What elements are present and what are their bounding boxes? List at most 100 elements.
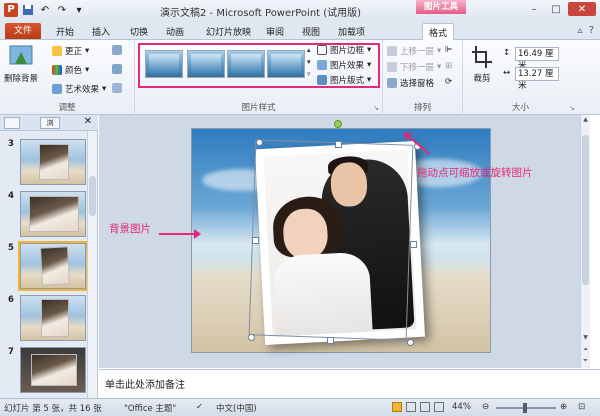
zoom-slider-knob[interactable]	[523, 403, 527, 413]
scroll-down-icon[interactable]: ▼	[581, 333, 590, 342]
dropdown-arrow-icon: ▾	[437, 46, 442, 56]
reset-picture-button[interactable]	[112, 83, 122, 93]
tab-file[interactable]: 文件	[5, 23, 41, 39]
minimize-ribbon-icon[interactable]: ▵	[578, 25, 583, 36]
crop-icon	[468, 44, 496, 70]
theme-status: "Office 主题"	[124, 404, 177, 414]
rotation-handle[interactable]	[334, 120, 342, 128]
slide-sorter-icon[interactable]	[406, 402, 416, 412]
customize-toolbar-icon[interactable]: ▾	[72, 3, 86, 17]
group-label-picture-styles: 图片样式	[241, 103, 276, 113]
dialog-launcher-icon[interactable]: ↘	[569, 104, 575, 112]
zoom-level[interactable]: 44%	[452, 402, 471, 412]
normal-view-icon[interactable]	[392, 402, 402, 412]
remove-background-button[interactable]: 删除背景	[4, 44, 38, 84]
dialog-launcher-icon[interactable]: ↘	[373, 104, 379, 112]
group-objects-icon[interactable]: ⊞	[445, 61, 452, 71]
picture-tools-context-title: 图片工具	[416, 0, 466, 14]
send-backward-button[interactable]: 下移一层 ▾	[387, 61, 441, 73]
ribbon: 删除背景 更正 ▾ 颜色 ▾ 艺术效果 ▾ 调整 ▴ ▾ ▿ 图片边框 ▾ 图片…	[0, 40, 600, 115]
slides-panel-tabs: 浏 ✕	[0, 115, 98, 131]
notes-pane[interactable]: 单击此处添加备注	[99, 369, 600, 398]
slide-number: 3	[8, 139, 14, 149]
tab-view[interactable]: 视图	[302, 25, 320, 38]
resize-handle-top-left[interactable]	[256, 139, 263, 146]
maximize-icon[interactable]: □	[546, 2, 566, 16]
scroll-up-icon[interactable]: ▲	[581, 115, 590, 124]
prev-slide-icon[interactable]: ⏶	[581, 345, 590, 354]
slide-number: 4	[8, 191, 14, 201]
close-panel-icon[interactable]: ✕	[84, 116, 92, 127]
resize-handle-left[interactable]	[252, 237, 259, 244]
change-picture-button[interactable]	[112, 64, 122, 74]
resize-handle-bottom-left[interactable]	[248, 334, 255, 341]
resize-handle-bottom[interactable]	[327, 337, 334, 344]
selection-pane-button[interactable]: 选择窗格	[387, 77, 434, 89]
resize-handle-top[interactable]	[335, 141, 342, 148]
resize-handle-right[interactable]	[410, 241, 417, 248]
artistic-effects-icon	[52, 84, 62, 94]
correct-button[interactable]: 更正 ▾	[52, 45, 89, 57]
reading-view-icon[interactable]	[420, 402, 430, 412]
slides-panel-scrollbar[interactable]	[87, 131, 97, 398]
slide-vertical-scrollbar[interactable]: ▲ ▼ ⏶ ⏷	[580, 115, 590, 368]
tab-slideshow[interactable]: 幻灯片放映	[206, 25, 251, 38]
slides-tab[interactable]	[4, 117, 20, 129]
outline-tab[interactable]: 浏	[40, 117, 60, 129]
align-icon[interactable]: ⊫	[445, 45, 452, 55]
tab-format[interactable]: 格式	[422, 23, 455, 40]
group-label-arrange: 排列	[413, 103, 431, 113]
background-picture-callout: 背景图片	[109, 223, 151, 235]
artistic-effects-button[interactable]: 艺术效果 ▾	[52, 83, 106, 95]
zoom-out-icon[interactable]: ⊖	[482, 402, 489, 412]
height-input[interactable]: 16.49 厘米	[515, 47, 559, 71]
fit-to-window-icon[interactable]: ⊡	[578, 402, 585, 412]
undo-icon[interactable]: ↶	[38, 3, 52, 17]
highlight-box	[138, 43, 380, 88]
crop-label: 裁剪	[473, 74, 491, 84]
group-adjust: 删除背景 更正 ▾ 颜色 ▾ 艺术效果 ▾ 调整	[0, 40, 135, 115]
tab-transitions[interactable]: 切换	[130, 25, 148, 38]
dropdown-arrow-icon: ▾	[102, 84, 107, 94]
tab-animations[interactable]: 动画	[166, 25, 184, 38]
redo-icon[interactable]: ↷	[55, 3, 69, 17]
slides-panel: 浏 ✕ 3 4 5 6 7	[0, 115, 98, 398]
remove-background-icon	[7, 44, 35, 70]
zoom-in-icon[interactable]: ⊕	[560, 402, 567, 412]
status-bar: 幻灯片 第 5 张，共 16 张 "Office 主题" ✓ 中文(中国) 44…	[0, 398, 600, 416]
bring-forward-button[interactable]: 上移一层 ▾	[387, 45, 441, 57]
tab-addins[interactable]: 加载项	[338, 25, 365, 38]
send-backward-icon	[387, 62, 397, 72]
handle-tip-callout: 拖动点可缩放或旋转图片	[417, 167, 533, 179]
crop-button[interactable]: 裁剪	[467, 44, 497, 84]
language-status[interactable]: 中文(中国)	[216, 402, 257, 414]
slide-canvas[interactable]	[191, 128, 491, 353]
close-icon[interactable]: ✕	[568, 2, 596, 16]
color-button[interactable]: 颜色 ▾	[52, 64, 89, 76]
bring-forward-icon	[387, 46, 397, 56]
dropdown-arrow-icon: ▾	[437, 62, 442, 72]
save-icon[interactable]	[21, 3, 35, 17]
spellcheck-icon[interactable]: ✓	[196, 402, 203, 412]
slideshow-icon[interactable]	[434, 402, 444, 412]
color-icon	[52, 65, 62, 75]
tab-insert[interactable]: 插入	[92, 25, 110, 38]
next-slide-icon[interactable]: ⏷	[581, 356, 590, 365]
tab-home[interactable]: 开始	[56, 25, 74, 38]
quick-access-toolbar: P ↶ ↷ ▾	[4, 3, 86, 17]
tab-review[interactable]: 审阅	[266, 25, 284, 38]
color-label: 颜色	[65, 66, 83, 76]
resize-handle-bottom-right[interactable]	[407, 339, 414, 346]
app-icon[interactable]: P	[4, 3, 18, 17]
slide-editing-area: 背景图片 拖动点可缩放或旋转图片 ▲ ▼ ⏶ ⏷	[99, 115, 590, 368]
artistic-effects-label: 艺术效果	[65, 85, 100, 95]
compress-icon	[112, 45, 122, 55]
change-picture-icon	[112, 64, 122, 74]
help-icon[interactable]: ?	[589, 25, 594, 36]
minimize-icon[interactable]: –	[524, 2, 544, 16]
bring-forward-label: 上移一层	[400, 47, 435, 57]
compress-pictures-button[interactable]	[112, 45, 122, 55]
window-title: 演示文稿2 - Microsoft PowerPoint (试用版)	[160, 8, 362, 19]
width-input[interactable]: 13.27 厘米	[515, 67, 559, 91]
rotate-icon[interactable]: ⟳	[445, 77, 452, 87]
